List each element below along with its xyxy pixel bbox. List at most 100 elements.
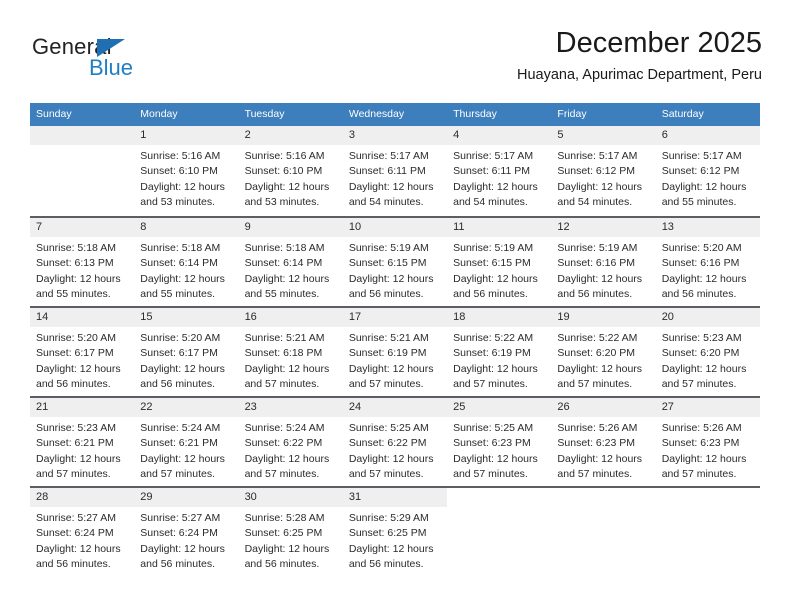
calendar-cell: 3 Sunrise: 5:17 AM Sunset: 6:11 PM Daylight… (342, 126, 448, 216)
day-cell-11[interactable]: 11 Sunrise: 5:19 AM Sunset: 6:15 PM Dayligh… (447, 216, 552, 306)
day-cell-13[interactable]: 13 Sunrise: 5:20 AM Sunset: 6:16 PM Dayligh… (655, 216, 760, 306)
sunset-text: Sunset: 6:18 PM (244, 347, 323, 360)
day-cell-17[interactable]: 17 Sunrise: 5:21 AM Sunset: 6:19 PM Dayligh… (342, 306, 448, 396)
day-details: Sunrise: 5:20 AM Sunset: 6:16 PM Daylight:… (656, 237, 760, 302)
day-cell-20[interactable]: 20 Sunrise: 5:23 AM Sunset: 6:20 PM Dayligh… (655, 306, 760, 396)
sunset-text: Sunset: 6:12 PM (557, 165, 636, 178)
day-cell-23[interactable]: 23 Sunrise: 5:24 AM Sunset: 6:22 PM Dayligh… (238, 396, 343, 486)
daylight-text: Daylight: 12 hours and 53 minutes. (244, 180, 330, 208)
day-number: 22 (134, 398, 239, 417)
sunrise-text: Sunrise: 5:28 AM (244, 512, 325, 524)
daylight-text: Daylight: 12 hours and 55 minutes. (244, 272, 330, 300)
day-cell-15[interactable]: 15 Sunrise: 5:20 AM Sunset: 6:17 PM Dayligh… (134, 306, 239, 396)
sunrise-text: Sunrise: 5:22 AM (453, 332, 534, 344)
sunrise-text: Sunrise: 5:17 AM (348, 150, 429, 162)
sunset-text: Sunset: 6:25 PM (348, 527, 427, 540)
day-cell-8[interactable]: 8 Sunrise: 5:18 AM Sunset: 6:14 PM Daylight… (134, 216, 239, 306)
sunset-text: Sunset: 6:24 PM (140, 527, 218, 540)
general-blue-logo[interactable]: General Blue (32, 36, 252, 92)
calendar-cell: 27 Sunrise: 5:26 AM Sunset: 6:23 PM Dayligh… (655, 396, 760, 486)
calendar-cell: 23 Sunrise: 5:24 AM Sunset: 6:22 PM Dayligh… (238, 396, 343, 486)
day-cell-29[interactable]: 29 Sunrise: 5:27 AM Sunset: 6:24 PM Dayligh… (134, 486, 239, 576)
day-number: 20 (655, 308, 760, 327)
calendar-cell: 31 Sunrise: 5:29 AM Sunset: 6:25 PM Dayligh… (342, 486, 448, 576)
day-details: Sunrise: 5:21 AM Sunset: 6:18 PM Daylight:… (239, 327, 343, 392)
sunrise-text: Sunrise: 5:26 AM (557, 422, 638, 434)
day-cell-21[interactable]: 21 Sunrise: 5:23 AM Sunset: 6:21 PM Dayligh… (30, 396, 135, 486)
day-cell-26[interactable]: 26 Sunrise: 5:26 AM Sunset: 6:23 PM Dayligh… (551, 396, 656, 486)
day-details: Sunrise: 5:19 AM Sunset: 6:15 PM Daylight:… (447, 237, 551, 302)
sunrise-text: Sunrise: 5:24 AM (244, 422, 325, 434)
day-cell-9[interactable]: 9 Sunrise: 5:18 AM Sunset: 6:14 PM Daylight… (238, 216, 343, 306)
calendar-cell: 16 Sunrise: 5:21 AM Sunset: 6:18 PM Dayligh… (238, 306, 343, 396)
day-number: 30 (238, 488, 343, 507)
sunset-text: Sunset: 6:12 PM (661, 165, 740, 178)
daylight-text: Daylight: 12 hours and 54 minutes. (348, 180, 434, 208)
day-cell-6[interactable]: 6 Sunrise: 5:17 AM Sunset: 6:12 PM Daylight… (655, 126, 760, 216)
day-number: 28 (30, 488, 135, 507)
sunset-text: Sunset: 6:16 PM (557, 257, 636, 270)
day-cell-empty (447, 486, 552, 576)
calendar-cell (30, 126, 135, 216)
page-header: General Blue December 2025 Huayana, Apur… (30, 27, 762, 96)
day-cell-31[interactable]: 31 Sunrise: 5:29 AM Sunset: 6:25 PM Dayligh… (342, 486, 448, 576)
day-cell-22[interactable]: 22 Sunrise: 5:24 AM Sunset: 6:21 PM Dayligh… (134, 396, 239, 486)
calendar-week-row: 7 Sunrise: 5:18 AM Sunset: 6:13 PM Daylight… (30, 216, 760, 306)
sunrise-text: Sunrise: 5:16 AM (244, 150, 325, 162)
day-number: 14 (30, 308, 135, 327)
title-block: December 2025 Huayana, Apurimac Departme… (517, 27, 762, 84)
day-cell-7[interactable]: 7 Sunrise: 5:18 AM Sunset: 6:13 PM Daylight… (30, 216, 135, 306)
sunrise-text: Sunrise: 5:22 AM (557, 332, 638, 344)
sunset-text: Sunset: 6:20 PM (661, 347, 740, 360)
daylight-text: Daylight: 12 hours and 55 minutes. (140, 272, 225, 300)
day-cell-19[interactable]: 19 Sunrise: 5:22 AM Sunset: 6:20 PM Dayligh… (551, 306, 656, 396)
day-cell-1[interactable]: 1 Sunrise: 5:16 AM Sunset: 6:10 PM Daylight… (134, 126, 239, 216)
day-number: 25 (447, 398, 552, 417)
sunset-text: Sunset: 6:23 PM (453, 437, 531, 450)
day-cell-18[interactable]: 18 Sunrise: 5:22 AM Sunset: 6:19 PM Dayligh… (447, 306, 552, 396)
day-cell-10[interactable]: 10 Sunrise: 5:19 AM Sunset: 6:15 PM Dayligh… (342, 216, 448, 306)
page-title: December 2025 (555, 27, 762, 59)
weekday-header-monday: Monday (134, 103, 239, 126)
sunrise-text: Sunrise: 5:19 AM (348, 242, 429, 254)
day-number (551, 488, 656, 507)
sunrise-text: Sunrise: 5:27 AM (36, 512, 116, 524)
daylight-text: Daylight: 12 hours and 57 minutes. (453, 452, 538, 480)
logo-text-blue: Blue (89, 55, 134, 80)
calendar-week-row: 14 Sunrise: 5:20 AM Sunset: 6:17 PM Dayligh… (30, 306, 760, 396)
day-cell-2[interactable]: 2 Sunrise: 5:16 AM Sunset: 6:10 PM Daylight… (238, 126, 343, 216)
day-details: Sunrise: 5:17 AM Sunset: 6:11 PM Daylight:… (447, 145, 551, 210)
day-number: 9 (238, 218, 343, 237)
day-details: Sunrise: 5:17 AM Sunset: 6:12 PM Daylight:… (551, 145, 655, 210)
day-cell-28[interactable]: 28 Sunrise: 5:27 AM Sunset: 6:24 PM Dayligh… (30, 486, 135, 576)
day-cell-5[interactable]: 5 Sunrise: 5:17 AM Sunset: 6:12 PM Daylight… (551, 126, 656, 216)
day-number: 29 (134, 488, 239, 507)
day-cell-30[interactable]: 30 Sunrise: 5:28 AM Sunset: 6:25 PM Dayligh… (238, 486, 343, 576)
calendar-cell: 8 Sunrise: 5:18 AM Sunset: 6:14 PM Daylight… (134, 216, 239, 306)
daylight-text: Daylight: 12 hours and 57 minutes. (557, 452, 643, 480)
day-cell-14[interactable]: 14 Sunrise: 5:20 AM Sunset: 6:17 PM Dayligh… (30, 306, 135, 396)
daylight-text: Daylight: 12 hours and 55 minutes. (36, 272, 121, 300)
day-cell-27[interactable]: 27 Sunrise: 5:26 AM Sunset: 6:23 PM Dayligh… (655, 396, 760, 486)
day-cell-25[interactable]: 25 Sunrise: 5:25 AM Sunset: 6:23 PM Dayligh… (447, 396, 552, 486)
sunrise-text: Sunrise: 5:29 AM (348, 512, 429, 524)
day-number: 16 (238, 308, 343, 327)
day-cell-24[interactable]: 24 Sunrise: 5:25 AM Sunset: 6:22 PM Dayligh… (342, 396, 448, 486)
day-number: 6 (655, 126, 760, 145)
daylight-text: Daylight: 12 hours and 57 minutes. (661, 362, 747, 390)
day-number: 10 (342, 218, 448, 237)
day-cell-3[interactable]: 3 Sunrise: 5:17 AM Sunset: 6:11 PM Daylight… (342, 126, 448, 216)
day-details: Sunrise: 5:20 AM Sunset: 6:17 PM Daylight:… (30, 327, 134, 392)
sunrise-text: Sunrise: 5:18 AM (36, 242, 116, 254)
daylight-text: Daylight: 12 hours and 57 minutes. (244, 362, 330, 390)
day-cell-12[interactable]: 12 Sunrise: 5:19 AM Sunset: 6:16 PM Dayligh… (551, 216, 656, 306)
day-number: 23 (238, 398, 343, 417)
daylight-text: Daylight: 12 hours and 56 minutes. (244, 542, 330, 570)
day-number: 4 (447, 126, 552, 145)
day-cell-4[interactable]: 4 Sunrise: 5:17 AM Sunset: 6:11 PM Daylight… (447, 126, 552, 216)
sunset-text: Sunset: 6:22 PM (348, 437, 427, 450)
day-details: Sunrise: 5:29 AM Sunset: 6:25 PM Daylight:… (343, 507, 447, 572)
daylight-text: Daylight: 12 hours and 56 minutes. (140, 362, 225, 390)
day-cell-16[interactable]: 16 Sunrise: 5:21 AM Sunset: 6:18 PM Dayligh… (238, 306, 343, 396)
day-details: Sunrise: 5:26 AM Sunset: 6:23 PM Daylight:… (551, 417, 655, 482)
